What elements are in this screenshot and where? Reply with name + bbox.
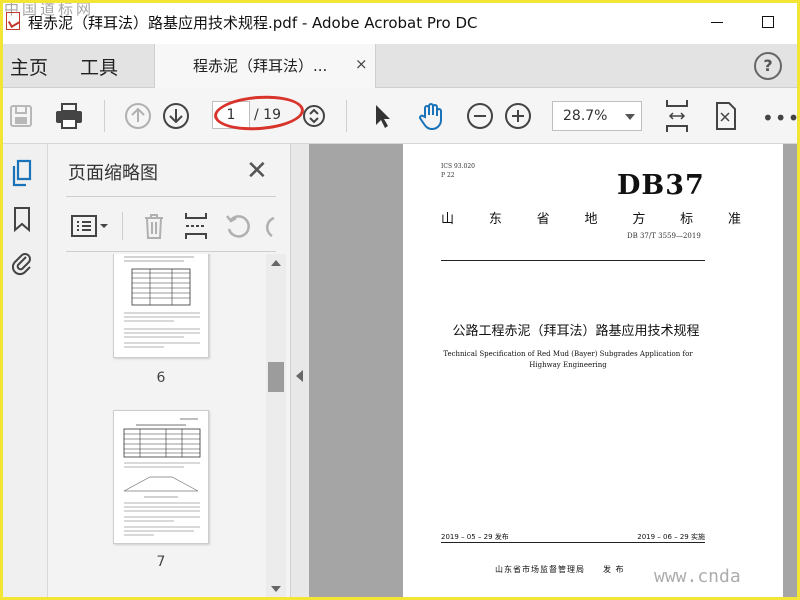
page-total-label: / 19 bbox=[254, 107, 281, 123]
chevron-down-icon bbox=[625, 114, 635, 120]
rotate-right-icon[interactable] bbox=[260, 200, 282, 252]
hand-tool-icon[interactable] bbox=[414, 88, 448, 144]
document-dates: 2019 – 05 – 29 发布 2019 – 06 – 29 实施 bbox=[441, 532, 705, 542]
minimize-button[interactable] bbox=[704, 8, 732, 36]
standard-type: 山 东 省 地 方 标 准 bbox=[441, 212, 741, 227]
attachment-icon[interactable] bbox=[8, 248, 36, 278]
thumbnail-page-label: 7 bbox=[156, 554, 166, 570]
zoom-value: 28.7% bbox=[563, 108, 608, 124]
header-rule bbox=[441, 260, 705, 261]
print-icon[interactable] bbox=[50, 88, 88, 144]
nav-home[interactable]: 主页 bbox=[10, 53, 48, 80]
scroll-down-icon[interactable] bbox=[271, 586, 281, 592]
scroll-up-icon[interactable] bbox=[271, 260, 281, 266]
insert-page-icon[interactable] bbox=[180, 200, 212, 252]
divider bbox=[66, 196, 276, 197]
panel-splitter[interactable] bbox=[291, 144, 309, 600]
fit-page-icon[interactable] bbox=[660, 88, 694, 144]
watermark-bottom: www.cnda bbox=[654, 566, 741, 587]
full-screen-icon[interactable] bbox=[708, 88, 742, 144]
thumbnail-panel: 页面缩略图 ✕ 6 7 bbox=[48, 144, 291, 600]
thumbnail-list: 6 7 bbox=[48, 254, 266, 600]
select-tool-icon[interactable] bbox=[366, 88, 398, 144]
page-thumbnail[interactable] bbox=[113, 254, 209, 358]
page-number-input[interactable]: 1 bbox=[212, 101, 250, 129]
implementation-date: 2019 – 06 – 29 实施 bbox=[637, 533, 705, 541]
footer-rule bbox=[441, 542, 705, 543]
main-toolbar: 1 / 19 28.7% ••• bbox=[0, 88, 800, 144]
more-tools-icon[interactable]: ••• bbox=[762, 106, 800, 130]
document-tab-label: 程赤泥（拜耳法）... bbox=[193, 57, 328, 75]
collapse-panel-icon[interactable] bbox=[296, 370, 303, 382]
panel-title: 页面缩略图 bbox=[68, 163, 158, 184]
issue-date: 2019 – 05 – 29 发布 bbox=[441, 533, 509, 541]
bookmark-icon[interactable] bbox=[8, 204, 36, 234]
thumbnail-page-label: 6 bbox=[156, 370, 166, 386]
window-title: 程赤泥（拜耳法）路基应用技术规程.pdf - Adobe Acrobat Pro… bbox=[28, 14, 478, 32]
divider bbox=[66, 251, 276, 252]
document-title-en: Technical Specification of Red Mud (Baye… bbox=[443, 350, 693, 369]
nav-bar: 主页 工具 程赤泥（拜耳法）... × ? bbox=[0, 44, 800, 88]
maximize-button[interactable] bbox=[754, 8, 782, 36]
toolbar-separator bbox=[346, 100, 347, 132]
thumbnail-tools bbox=[48, 200, 291, 252]
toolbar-separator bbox=[104, 100, 105, 132]
scrollbar-thumb[interactable] bbox=[268, 362, 284, 392]
zoom-select[interactable]: 28.7% bbox=[552, 101, 642, 131]
standard-code: DB37 bbox=[617, 170, 705, 201]
close-panel-icon[interactable]: ✕ bbox=[246, 156, 268, 186]
rotate-left-icon[interactable] bbox=[222, 200, 254, 252]
close-tab-icon[interactable]: × bbox=[355, 55, 368, 73]
zoom-in-icon[interactable] bbox=[502, 88, 534, 144]
previous-page-icon[interactable] bbox=[122, 88, 154, 144]
standard-number: DB 37/T 3559—2019 bbox=[627, 232, 701, 240]
next-page-icon[interactable] bbox=[160, 88, 192, 144]
title-bar: 中国道标网 程赤泥（拜耳法）路基应用技术规程.pdf - Adobe Acrob… bbox=[0, 0, 800, 44]
ics-code: ICS 93.020 P 22 bbox=[441, 163, 475, 179]
save-icon[interactable] bbox=[4, 88, 38, 144]
issuer: 山东省市场监督管理局 发 布 bbox=[495, 565, 625, 574]
document-title-cn: 公路工程赤泥（拜耳法）路基应用技术规程 bbox=[452, 324, 700, 339]
document-tab[interactable]: 程赤泥（拜耳法）... × bbox=[154, 44, 376, 88]
zoom-out-icon[interactable] bbox=[464, 88, 496, 144]
document-viewer[interactable]: ICS 93.020 P 22 DB37 山 东 省 地 方 标 准 DB 37… bbox=[309, 144, 800, 600]
help-icon[interactable]: ? bbox=[754, 52, 782, 80]
page-thumbnail[interactable] bbox=[113, 410, 209, 544]
delete-page-icon[interactable] bbox=[138, 200, 170, 252]
navigation-rail bbox=[0, 144, 48, 600]
options-menu-icon[interactable] bbox=[68, 200, 112, 252]
thumbnail-scrollbar[interactable] bbox=[266, 254, 286, 600]
page-thumbnails-icon[interactable] bbox=[8, 158, 36, 188]
scroll-mode-icon[interactable] bbox=[298, 88, 330, 144]
nav-tools[interactable]: 工具 bbox=[80, 53, 118, 80]
pdf-page: ICS 93.020 P 22 DB37 山 东 省 地 方 标 准 DB 37… bbox=[403, 144, 783, 600]
toolbar-separator bbox=[122, 212, 123, 240]
